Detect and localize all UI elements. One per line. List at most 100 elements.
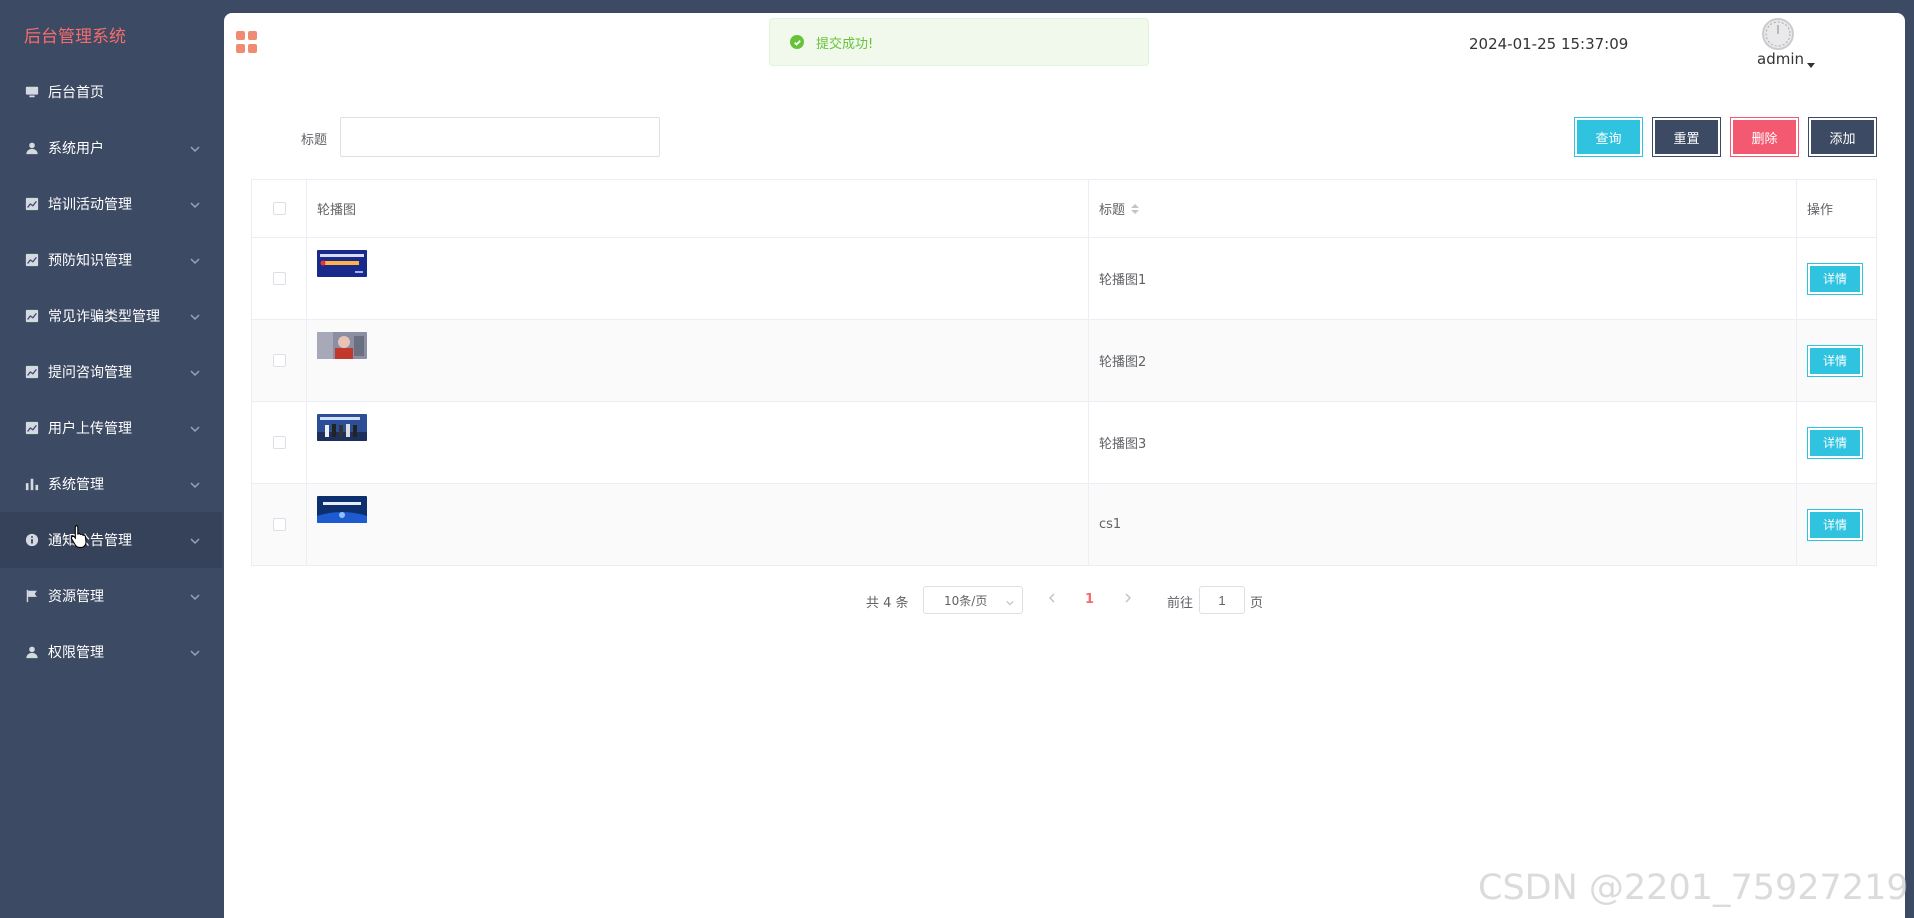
sidebar-item-resources[interactable]: 资源管理 <box>0 568 222 624</box>
chevron-down-icon <box>190 366 200 377</box>
toast-message: 提交成功! <box>816 36 874 52</box>
chevron-down-icon <box>190 646 200 657</box>
sidebar-item-label: 培训活动管理 <box>48 197 132 213</box>
user-icon <box>24 140 40 156</box>
sidebar-item-system-users[interactable]: 系统用户 <box>0 120 222 176</box>
check-circle-icon <box>790 35 804 49</box>
sidebar-item-label: 资源管理 <box>48 589 104 605</box>
success-toast: 提交成功! <box>769 18 1149 66</box>
sidebar-item-label: 系统管理 <box>48 477 104 493</box>
chevron-down-icon <box>1006 596 1014 606</box>
header-check-cell <box>252 180 307 237</box>
goto-suffix: 页 <box>1250 596 1264 611</box>
page-size-select[interactable]: 10条/页 <box>923 586 1023 614</box>
sidebar-item-home[interactable]: 后台首页 <box>0 64 222 120</box>
detail-button[interactable]: 详情 <box>1808 427 1862 458</box>
carousel-cell <box>307 402 1089 483</box>
chevron-down-icon <box>190 310 200 321</box>
select-all-checkbox[interactable] <box>272 202 286 215</box>
row-checkbox[interactable] <box>272 354 286 367</box>
chevron-down-icon <box>190 254 200 265</box>
table-header: 轮播图 标题 操作 <box>252 180 1876 238</box>
sidebar-item-notices[interactable]: 通知公告管理 <box>0 512 222 568</box>
user-icon <box>24 644 40 660</box>
next-page-icon[interactable] <box>1123 592 1133 607</box>
reset-button[interactable]: 重置 <box>1653 118 1720 156</box>
goto-label: 前往 <box>1167 596 1194 611</box>
chart-icon <box>24 196 40 212</box>
search-title-input[interactable] <box>340 117 660 157</box>
table-row: 轮播图3 详情 <box>252 402 1876 484</box>
flag-icon <box>24 588 40 604</box>
column-header-title-label: 标题 <box>1099 203 1126 218</box>
detail-button[interactable]: 详情 <box>1808 345 1862 376</box>
row-check-cell <box>252 402 307 483</box>
avatar[interactable] <box>1762 18 1794 50</box>
actions-cell: 详情 <box>1797 320 1876 401</box>
sidebar-item-label: 预防知识管理 <box>48 253 132 269</box>
sidebar-item-label: 提问咨询管理 <box>48 365 132 381</box>
detail-button[interactable]: 详情 <box>1808 263 1862 294</box>
chart-icon <box>24 252 40 268</box>
sidebar-item-fraud-types[interactable]: 常见诈骗类型管理 <box>0 288 222 344</box>
brand-title: 后台管理系统 <box>24 27 126 47</box>
add-button[interactable]: 添加 <box>1809 118 1876 156</box>
row-checkbox[interactable] <box>272 518 286 531</box>
carousel-cell <box>307 238 1089 319</box>
chart-icon <box>24 420 40 436</box>
row-checkbox[interactable] <box>272 436 286 449</box>
carousel-thumbnail[interactable] <box>317 250 367 277</box>
sort-caret-icon[interactable] <box>1131 203 1140 214</box>
chart-icon <box>24 364 40 380</box>
detail-button[interactable]: 详情 <box>1808 509 1862 540</box>
sidebar-item-permissions[interactable]: 权限管理 <box>0 624 222 680</box>
user-menu[interactable]: admin <box>1757 50 1815 68</box>
username: admin <box>1757 50 1804 68</box>
sidebar-item-label: 常见诈骗类型管理 <box>48 309 160 325</box>
column-header-title[interactable]: 标题 <box>1089 180 1797 237</box>
query-button[interactable]: 查询 <box>1575 118 1642 156</box>
delete-button[interactable]: 删除 <box>1731 118 1798 156</box>
title-cell: 轮播图1 <box>1089 238 1797 319</box>
sidebar: 后台管理系统 后台首页 系统用户 培训活动管理 预防知识管理 常见诈骗类型管理 … <box>0 0 222 918</box>
sidebar-item-label: 权限管理 <box>48 645 104 661</box>
carousel-thumbnail[interactable] <box>317 496 367 523</box>
sidebar-item-system-management[interactable]: 系统管理 <box>0 456 222 512</box>
column-header-carousel: 轮播图 <box>307 180 1089 237</box>
sidebar-item-label: 通知公告管理 <box>48 533 132 549</box>
actions-cell: 详情 <box>1797 238 1876 319</box>
watermark: CSDN @2201_75927219 <box>1478 868 1909 908</box>
column-header-actions: 操作 <box>1807 203 1834 218</box>
apps-grid-icon[interactable] <box>236 31 258 53</box>
title-cell: 轮播图3 <box>1089 402 1797 483</box>
actions-cell: 详情 <box>1797 402 1876 483</box>
chevron-down-icon <box>190 534 200 545</box>
sidebar-item-prevention[interactable]: 预防知识管理 <box>0 232 222 288</box>
info-icon <box>24 532 40 548</box>
row-check-cell <box>252 238 307 319</box>
bar-chart-icon <box>24 476 40 492</box>
row-check-cell <box>252 484 307 565</box>
main-panel: 提交成功! 2024-01-25 15:37:09 admin 标题 查询 重置… <box>224 13 1905 918</box>
carousel-thumbnail[interactable] <box>317 332 367 359</box>
sidebar-item-consultation[interactable]: 提问咨询管理 <box>0 344 222 400</box>
row-checkbox[interactable] <box>272 272 286 285</box>
page-size-value: 10条/页 <box>944 593 988 608</box>
sidebar-item-label: 用户上传管理 <box>48 421 132 437</box>
sidebar-item-user-uploads[interactable]: 用户上传管理 <box>0 400 222 456</box>
pagination: 共 4 条 10条/页 1 前往 页 <box>224 585 1905 615</box>
carousel-thumbnail[interactable] <box>317 414 367 441</box>
prev-page-icon[interactable] <box>1047 592 1057 607</box>
pagination-total: 共 4 条 <box>866 596 909 611</box>
chevron-down-icon <box>190 142 200 153</box>
chevron-down-icon <box>190 478 200 489</box>
sidebar-item-training[interactable]: 培训活动管理 <box>0 176 222 232</box>
actions-cell: 详情 <box>1797 484 1876 565</box>
goto-page-input[interactable] <box>1199 586 1245 614</box>
search-title-label: 标题 <box>301 133 328 148</box>
monitor-icon <box>24 84 40 100</box>
page-number-current[interactable]: 1 <box>1085 592 1094 607</box>
chevron-down-icon <box>190 590 200 601</box>
table-row: 轮播图2 详情 <box>252 320 1876 402</box>
sidebar-item-label: 后台首页 <box>48 85 104 101</box>
